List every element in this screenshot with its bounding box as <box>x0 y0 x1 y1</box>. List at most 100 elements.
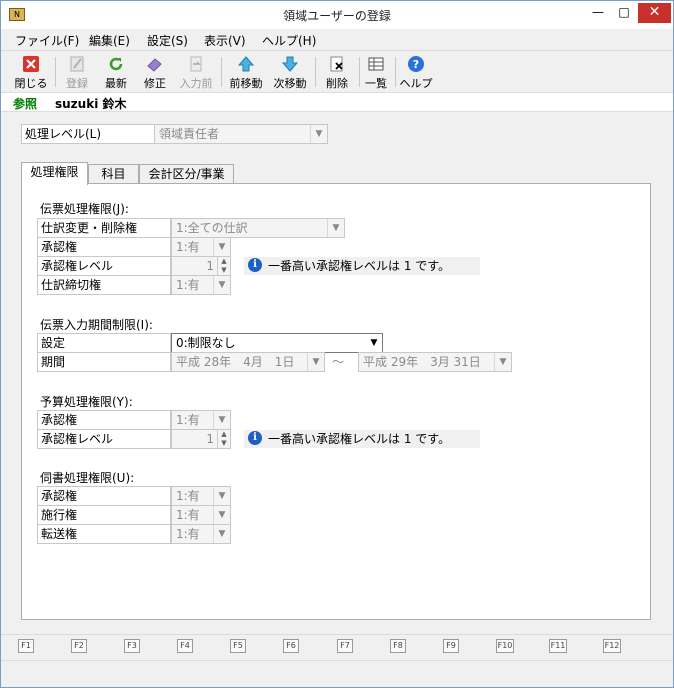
register-tool-button[interactable]: 登録 <box>59 53 95 91</box>
close-tool-button[interactable]: 閉じる <box>11 53 51 91</box>
close-tool-label: 閉じる <box>14 77 48 90</box>
fkey-f10[interactable]: F10 <box>496 639 514 653</box>
budget-approve-label: 承認権 <box>37 410 171 430</box>
period-from-value: 平成 28年 4月 1日 <box>176 355 295 369</box>
chevron-down-icon[interactable]: ▼ <box>213 276 230 294</box>
next-tool-button[interactable]: 次移動 <box>269 53 311 91</box>
fkey-f1[interactable]: F1 <box>18 639 34 653</box>
chevron-down-icon[interactable]: ▼ <box>213 487 230 505</box>
memo-execute-select[interactable]: 1:有 ▼ <box>171 505 231 525</box>
chevron-down-icon[interactable]: ▼ <box>310 125 327 143</box>
chevron-down-icon[interactable]: ▼ <box>213 506 230 524</box>
memo-transfer-select[interactable]: 1:有 ▼ <box>171 524 231 544</box>
fkey-f12[interactable]: F12 <box>603 639 621 653</box>
slip-close-select[interactable]: 1:有 ▼ <box>171 275 231 295</box>
slip-close-value: 1:有 <box>176 278 200 292</box>
maximize-button[interactable]: □ <box>611 3 637 23</box>
toolbar-separator <box>221 57 222 87</box>
before-input-tool-label: 入力前 <box>179 77 213 90</box>
chevron-down-icon[interactable]: ▼ <box>366 334 382 352</box>
status-bar <box>1 660 673 686</box>
chevron-down-icon[interactable]: ▼ <box>494 353 511 371</box>
spinner-arrows-icon[interactable]: ▲ ▼ <box>217 257 230 275</box>
undo-icon <box>190 56 202 72</box>
memo-section-title: 伺書処理権限(U): <box>40 471 135 485</box>
memo-transfer-label: 転送権 <box>37 524 171 544</box>
chevron-down-icon[interactable]: ▼ <box>213 238 230 256</box>
period-setting-select[interactable]: 0:制限なし ▼ <box>171 333 383 353</box>
minimize-button[interactable]: — <box>585 3 611 23</box>
processing-level-select[interactable]: 領域責任者 ▼ <box>154 124 328 144</box>
budget-approve-select[interactable]: 1:有 ▼ <box>171 410 231 430</box>
tab-processing-rights[interactable]: 処理権限 <box>21 162 88 185</box>
function-key-bar: F1 F2 F3 F4 F5 F6 F7 F8 F9 F10 F11 F12 <box>1 634 673 656</box>
title-bar: N 領域ユーザーの登録 — □ ✕ <box>1 1 673 29</box>
menu-help[interactable]: ヘルプ(H) <box>262 32 316 49</box>
fkey-f8[interactable]: F8 <box>390 639 406 653</box>
budget-approve-level-spinner[interactable]: 1 ▲ ▼ <box>171 429 231 449</box>
toolbar-separator <box>55 57 56 87</box>
close-icon <box>23 56 39 72</box>
slip-info-message: i 一番高い承認権レベルは 1 です。 <box>244 257 480 275</box>
memo-approve-select[interactable]: 1:有 ▼ <box>171 486 231 506</box>
user-name: suzuki 鈴木 <box>55 97 127 111</box>
fkey-f11[interactable]: F11 <box>549 639 567 653</box>
delete-tool-button[interactable]: 削除 <box>319 53 355 91</box>
list-tool-button[interactable]: 一覧 <box>361 53 391 91</box>
delete-tool-label: 削除 <box>326 77 348 90</box>
processing-level-label: 処理レベル(L) <box>21 124 154 144</box>
fkey-f6[interactable]: F6 <box>283 639 299 653</box>
tab-accounts[interactable]: 科目 <box>88 164 139 184</box>
refresh-tool-button[interactable]: 最新 <box>99 53 133 91</box>
menu-settings[interactable]: 設定(S) <box>147 32 188 49</box>
spinner-arrows-icon[interactable]: ▲ ▼ <box>217 430 230 448</box>
period-tilde: ～ <box>332 355 345 369</box>
toolbar-separator <box>359 57 360 87</box>
chevron-down-icon[interactable]: ▼ <box>307 353 324 371</box>
fkey-f2[interactable]: F2 <box>71 639 87 653</box>
fkey-f5[interactable]: F5 <box>230 639 246 653</box>
fkey-f7[interactable]: F7 <box>337 639 353 653</box>
register-icon <box>70 56 84 72</box>
memo-transfer-value: 1:有 <box>176 527 200 541</box>
fkey-f9[interactable]: F9 <box>443 639 459 653</box>
menu-view[interactable]: 表示(V) <box>204 32 246 49</box>
list-icon <box>368 57 384 71</box>
before-input-tool-button[interactable]: 入力前 <box>175 53 217 91</box>
chevron-down-icon[interactable]: ▼ <box>327 219 344 237</box>
slip-info-text: 一番高い承認権レベルは 1 です。 <box>268 259 451 273</box>
slip-approve-value: 1:有 <box>176 240 200 254</box>
prev-tool-button[interactable]: 前移動 <box>225 53 267 91</box>
help-tool-button[interactable]: ? ヘルプ <box>399 53 433 91</box>
period-to-date[interactable]: 平成 29年 3月 31日 ▼ <box>358 352 512 372</box>
budget-section-title: 予算処理権限(Y): <box>40 395 133 409</box>
fkey-f4[interactable]: F4 <box>177 639 193 653</box>
menu-edit[interactable]: 編集(E) <box>89 32 130 49</box>
toolbar: 閉じる 登録 最新 修正 入力前 前移動 次移動 削除 一覧 ? ヘルプ <box>1 50 673 92</box>
slip-approve-level-label: 承認権レベル <box>37 256 171 276</box>
prev-tool-label: 前移動 <box>229 77 263 90</box>
mode-label: 参照 <box>13 97 38 111</box>
slip-approve-select[interactable]: 1:有 ▼ <box>171 237 231 257</box>
list-tool-label: 一覧 <box>365 77 387 90</box>
period-setting-value: 0:制限なし <box>176 336 236 350</box>
arrow-down-icon <box>281 56 299 72</box>
chevron-down-icon[interactable]: ▼ <box>213 411 230 429</box>
budget-info-text: 一番高い承認権レベルは 1 です。 <box>268 432 451 446</box>
next-tool-label: 次移動 <box>273 77 307 90</box>
menu-file[interactable]: ファイル(F) <box>15 32 79 49</box>
refresh-tool-label: 最新 <box>105 77 127 90</box>
slip-approve-level-value: 1 <box>206 259 214 273</box>
period-from-date[interactable]: 平成 28年 4月 1日 ▼ <box>171 352 325 372</box>
slip-edit-delete-select[interactable]: 1:全ての仕訳 ▼ <box>171 218 345 238</box>
refresh-icon <box>109 57 123 71</box>
tab-accounting-division[interactable]: 会計区分/事業 <box>139 164 234 184</box>
modify-tool-label: 修正 <box>144 77 166 90</box>
modify-tool-button[interactable]: 修正 <box>137 53 173 91</box>
chevron-down-icon[interactable]: ▼ <box>213 525 230 543</box>
slip-approve-level-spinner[interactable]: 1 ▲ ▼ <box>171 256 231 276</box>
fkey-f3[interactable]: F3 <box>124 639 140 653</box>
budget-info-message: i 一番高い承認権レベルは 1 です。 <box>244 430 480 448</box>
info-icon: i <box>248 431 262 445</box>
window-close-button[interactable]: ✕ <box>638 3 671 23</box>
